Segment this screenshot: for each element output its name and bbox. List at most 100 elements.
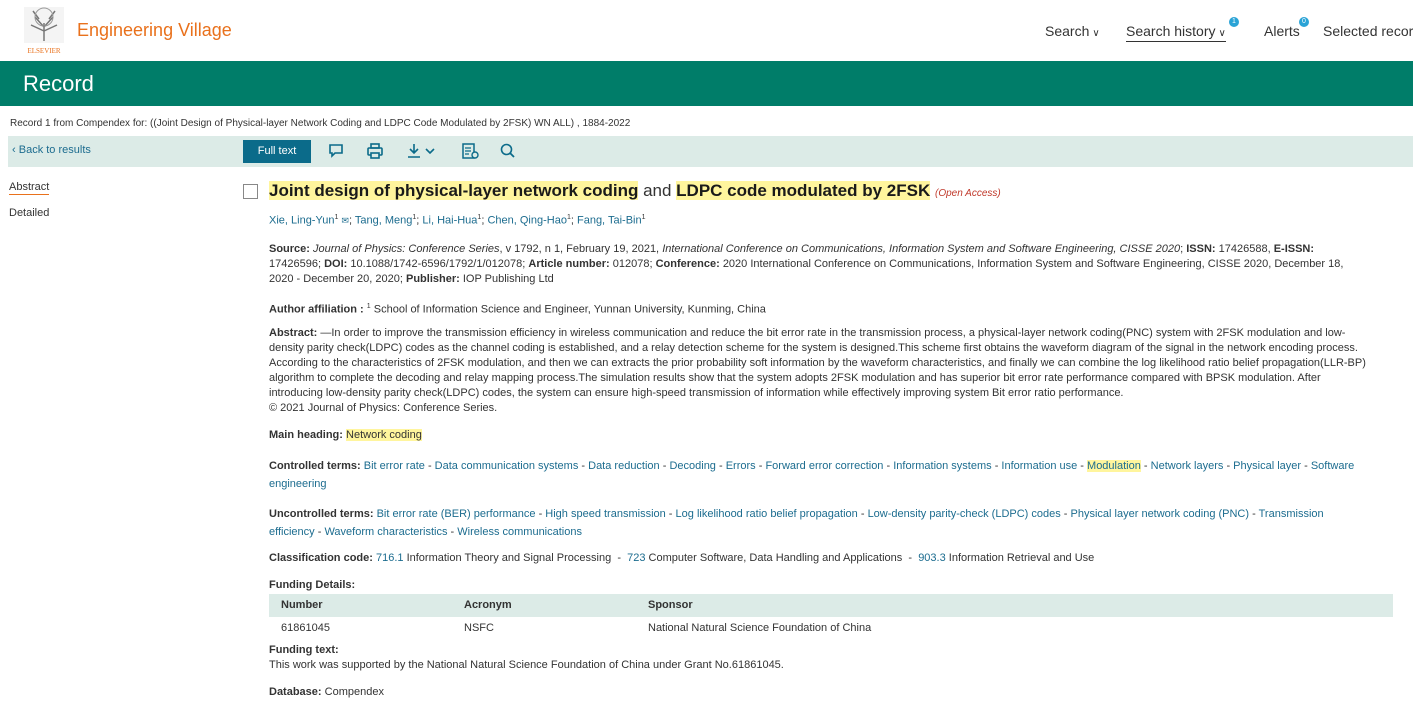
controlled-term-link[interactable]: Errors (726, 460, 756, 472)
source-volume: , v 1792, n 1, February 19, 2021, (499, 243, 660, 255)
funding-table: Number Acronym Sponsor 61861045 NSFC Nat… (269, 594, 1393, 639)
classification-code-link[interactable]: 716.1 (376, 552, 404, 564)
side-navigation: Abstract Detailed (9, 181, 50, 233)
funding-sponsor: National Natural Science Foundation of C… (648, 622, 872, 634)
funding-text-value: This work was supported by the National … (269, 659, 784, 671)
uncontrolled-term-link[interactable]: Log likelihood ratio belief propagation (676, 508, 858, 520)
funding-number: 61861045 (281, 622, 330, 634)
source-conference: International Conference on Communicatio… (662, 243, 1181, 255)
affiliation-label: Author affiliation : (269, 303, 364, 316)
conference-label: Conference: (655, 258, 720, 270)
controlled-term-link[interactable]: Forward error correction (765, 460, 883, 472)
affiliation-block: Author affiliation : 1 School of Informa… (269, 299, 1369, 318)
author-link[interactable]: Fang, Tai-Bin (577, 215, 642, 227)
select-record-checkbox[interactable] (243, 184, 258, 199)
funding-details-label-block: Funding Details: (269, 578, 1369, 593)
article-number-label: Article number: (528, 258, 610, 270)
search-icon[interactable] (498, 141, 518, 161)
nav-search-history-label: Search history (1126, 23, 1216, 39)
source-block: Source: Journal of Physics: Conference S… (269, 243, 1344, 285)
back-to-results-link[interactable]: ‹ Back to results (12, 144, 91, 156)
affiliation-value: School of Information Science and Engine… (373, 303, 766, 316)
abstract-block: Abstract: —In order to improve the trans… (269, 326, 1369, 416)
funding-header-acronym: Acronym (464, 599, 512, 611)
author-sup: 1 (334, 214, 339, 221)
nav-selected-records[interactable]: Selected record (1323, 23, 1413, 39)
nav-search-history[interactable]: Search history ∨ (1126, 23, 1226, 42)
download-icon[interactable] (405, 141, 441, 161)
issn-value: 17426588, (1218, 243, 1271, 255)
nav-search[interactable]: Search ∨ (1045, 23, 1100, 39)
title-part-1: Joint design of physical-layer network c… (269, 181, 639, 200)
uncontrolled-term-link[interactable]: Low-density parity-check (LDPC) codes (868, 508, 1061, 520)
issn-label: ISSN: (1186, 243, 1216, 255)
nav-alerts-label: Alerts (1264, 23, 1300, 39)
uncontrolled-term-link[interactable]: High speed transmission (545, 508, 665, 520)
controlled-term-link[interactable]: Physical layer (1233, 460, 1301, 472)
back-to-results-label: Back to results (18, 144, 91, 156)
controlled-terms-block: Controlled terms: Bit error rate - Data … (269, 460, 1355, 490)
brand-title[interactable]: Engineering Village (77, 20, 232, 41)
classification-code-link[interactable]: 903.3 (918, 552, 946, 564)
alerts-badge: 0 (1299, 17, 1309, 27)
uncontrolled-terms-label: Uncontrolled terms: (269, 508, 374, 520)
cite-icon[interactable] (460, 141, 480, 161)
author-list: Xie, Ling-Yun1 ✉; Tang, Meng1; Li, Hai-H… (269, 214, 646, 227)
abstract-text: —In order to improve the transmission ef… (269, 327, 1366, 399)
nav-alerts[interactable]: Alerts (1264, 23, 1300, 39)
controlled-term-link[interactable]: Data reduction (588, 460, 660, 472)
uncontrolled-term-link[interactable]: Bit error rate (BER) performance (377, 508, 536, 520)
author-link[interactable]: Chen, Qing-Hao (487, 215, 567, 227)
uncontrolled-term-link[interactable]: Physical layer network coding (PNC) (1071, 508, 1250, 520)
source-label: Source: (269, 243, 310, 255)
uncontrolled-term-link[interactable]: Waveform characteristics (324, 526, 447, 538)
nav-selected-records-label: Selected record (1323, 23, 1413, 39)
funding-acronym: NSFC (464, 622, 494, 634)
sidenav-abstract-label: Abstract (9, 181, 50, 195)
author-link[interactable]: Xie, Ling-Yun (269, 215, 334, 227)
database-block: Database: Compendex (269, 685, 1369, 700)
print-icon[interactable] (365, 141, 385, 161)
classification-desc: Computer Software, Data Handling and App… (648, 552, 903, 564)
search-history-badge: 1 (1229, 17, 1239, 27)
page-title: Record (23, 71, 94, 96)
logo-caption: ELSEVIER (27, 47, 60, 55)
controlled-term-link[interactable]: Information systems (893, 460, 991, 472)
nav-search-label: Search (1045, 23, 1090, 39)
author-sup: 1 (641, 214, 646, 221)
record-query-line: Record 1 from Compendex for: ((Joint Des… (10, 118, 631, 129)
sidenav-item-detailed[interactable]: Detailed (9, 207, 49, 233)
comment-icon[interactable] (326, 141, 346, 161)
title-part-2: and (638, 181, 677, 200)
elsevier-logo[interactable]: ELSEVIER (21, 5, 67, 55)
controlled-term-link[interactable]: Modulation (1087, 460, 1141, 472)
classification-label: Classification code: (269, 552, 373, 564)
author-link[interactable]: Tang, Meng (355, 215, 412, 227)
full-text-button[interactable]: Full text (243, 140, 311, 163)
sidenav-item-abstract[interactable]: Abstract (9, 181, 50, 207)
funding-details-label: Funding Details: (269, 579, 356, 591)
eissn-value: 17426596; (269, 258, 321, 270)
main-heading-label: Main heading: (269, 429, 343, 441)
controlled-term-link[interactable]: Data communication systems (435, 460, 579, 472)
controlled-term-link[interactable]: Decoding (669, 460, 715, 472)
main-heading-block: Main heading: Network coding (269, 428, 1369, 443)
controlled-term-link[interactable]: Bit error rate (364, 460, 425, 472)
publisher-label: Publisher: (405, 273, 460, 285)
article-number-value: 012078; (612, 258, 653, 270)
classification-code-link[interactable]: 723 (627, 552, 645, 564)
chevron-down-icon: ∨ (1092, 28, 1100, 39)
publisher-value: IOP Publishing Ltd (462, 273, 554, 285)
email-icon[interactable]: ✉ (341, 216, 349, 226)
uncontrolled-term-link[interactable]: Wireless communications (457, 526, 582, 538)
record-banner: Record (0, 61, 1413, 106)
source-journal: Journal of Physics: Conference Series (313, 243, 500, 255)
author-link[interactable]: Li, Hai-Hua (422, 215, 477, 227)
doi-value[interactable]: 10.1088/1742-6596/1792/1/012078; (350, 258, 525, 270)
database-value: Compendex (324, 686, 384, 698)
chevron-left-icon: ‹ (12, 144, 19, 156)
main-heading-value: Network coding (346, 429, 422, 441)
open-access-label[interactable]: (Open Access) (935, 188, 1001, 199)
controlled-term-link[interactable]: Network layers (1151, 460, 1224, 472)
controlled-term-link[interactable]: Information use (1001, 460, 1077, 472)
